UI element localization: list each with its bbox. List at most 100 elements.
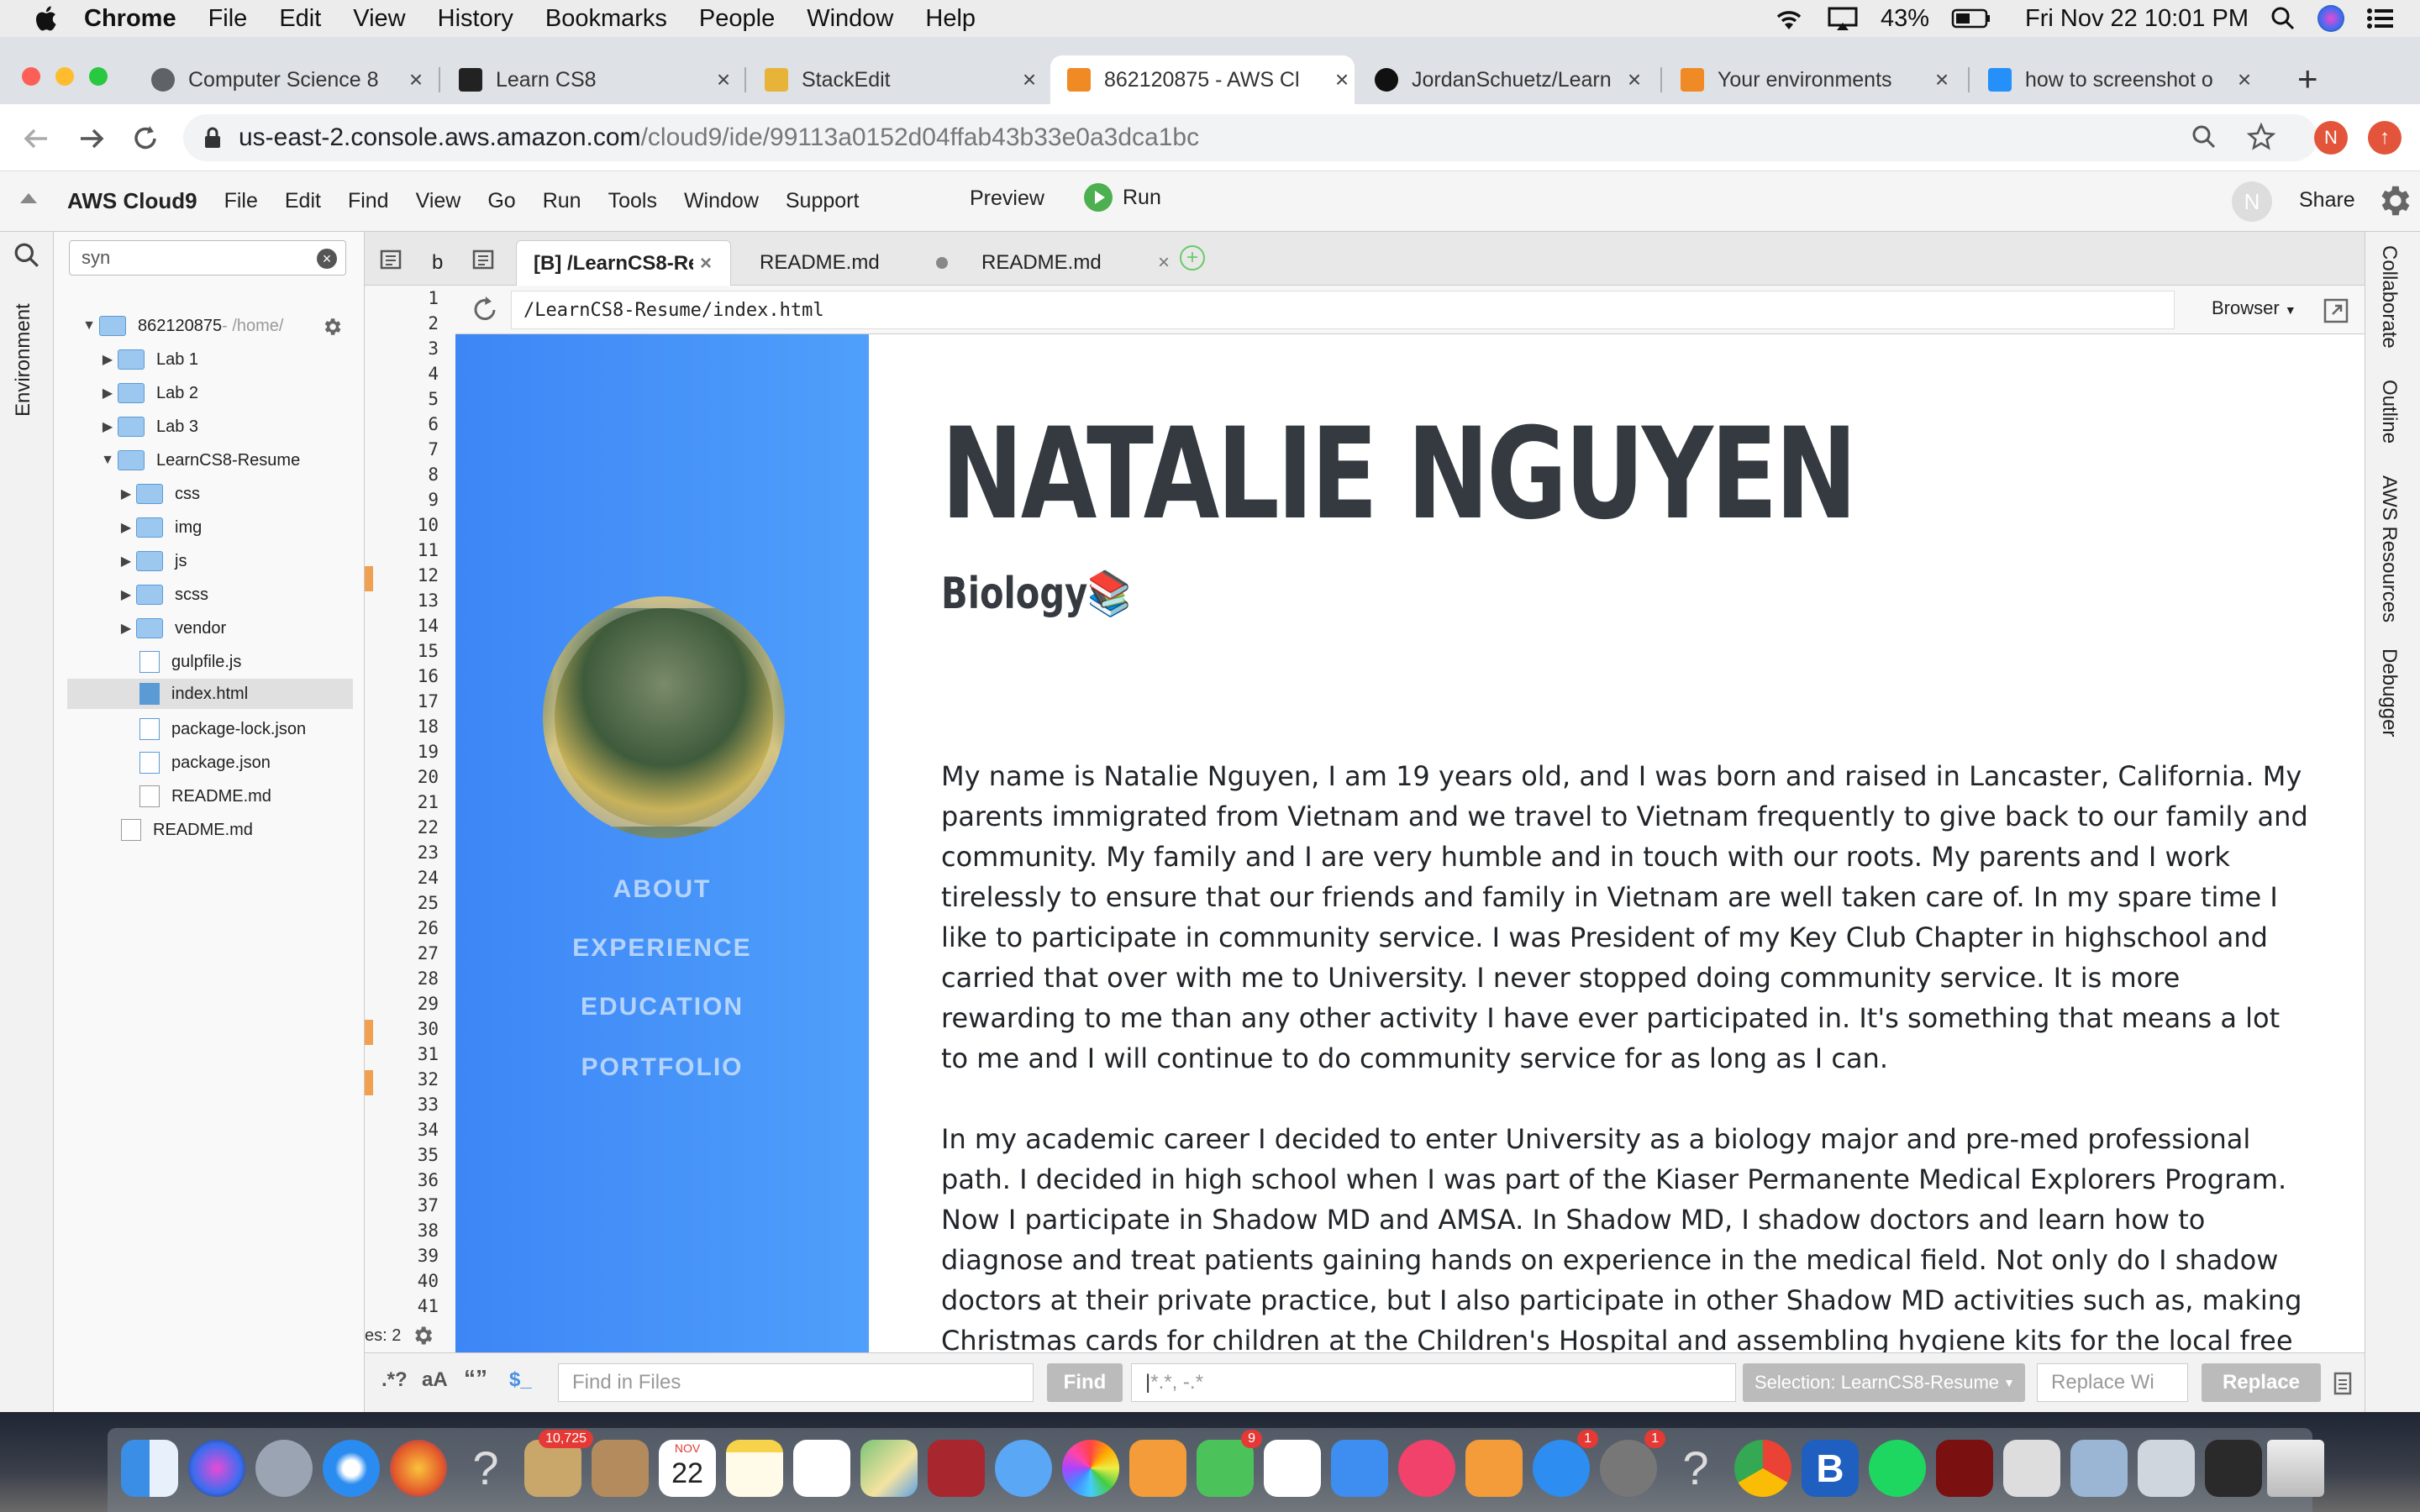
debugger-panel-tab[interactable]: Debugger bbox=[2377, 648, 2401, 737]
close-tab-icon[interactable]: × bbox=[711, 66, 736, 93]
mail-icon[interactable]: 10,725 bbox=[524, 1430, 593, 1497]
address-bar[interactable]: us-east-2.console.aws.amazon.com/cloud9/… bbox=[183, 114, 2317, 161]
tree-file[interactable]: gulpfile.js bbox=[136, 647, 241, 677]
nav-experience[interactable]: EXPERIENCE bbox=[455, 934, 869, 963]
tree-file[interactable]: package-lock.json bbox=[136, 714, 306, 744]
spotify-icon[interactable] bbox=[1869, 1440, 1926, 1497]
share-button[interactable]: Share bbox=[2299, 188, 2355, 213]
tree-file[interactable]: README.md bbox=[136, 781, 271, 811]
preview-url-input[interactable]: /LearnCS8-Resume/index.html bbox=[511, 291, 2175, 329]
back-arrow-icon[interactable] bbox=[22, 124, 50, 153]
search-scope-dropdown[interactable]: Selection: LearnCS8-Resume ▼ bbox=[1743, 1363, 2025, 1402]
trash-icon[interactable] bbox=[2267, 1440, 2324, 1497]
notification-center-icon[interactable] bbox=[2366, 7, 2395, 30]
c9-menu-file[interactable]: File bbox=[224, 189, 258, 213]
safari-icon[interactable] bbox=[323, 1440, 380, 1497]
preview-button[interactable]: Preview bbox=[970, 186, 1044, 211]
close-tab-icon[interactable]: × bbox=[1158, 251, 1170, 275]
run-button[interactable]: Run bbox=[1084, 183, 1161, 212]
close-tab-icon[interactable]: × bbox=[403, 66, 429, 93]
editor-tab-active[interactable]: [B] /LearnCS8-Re × bbox=[516, 240, 731, 286]
close-tab-icon[interactable]: × bbox=[1929, 66, 1954, 93]
contacts-icon[interactable] bbox=[592, 1440, 649, 1497]
apple-menu-icon[interactable] bbox=[32, 3, 62, 34]
lock-icon[interactable] bbox=[203, 126, 222, 150]
tree-folder[interactable]: ▶ vendor bbox=[116, 613, 226, 643]
browser-tab[interactable]: Computer Science 8 × bbox=[151, 55, 429, 104]
flash-icon[interactable] bbox=[1936, 1440, 1993, 1497]
tree-search-input[interactable]: syn × bbox=[69, 240, 346, 276]
environment-panel-tab[interactable]: Environment bbox=[12, 299, 35, 417]
close-window-button[interactable] bbox=[22, 67, 40, 86]
collapse-menu-icon[interactable] bbox=[20, 193, 37, 203]
c9-menu-go[interactable]: Go bbox=[487, 189, 515, 213]
launchpad-icon[interactable] bbox=[255, 1440, 313, 1497]
menu-app-name[interactable]: Chrome bbox=[84, 5, 176, 33]
unknown-app-icon[interactable]: ? bbox=[457, 1440, 514, 1497]
tree-folder[interactable]: ▶ css bbox=[116, 479, 200, 509]
finder-icon[interactable] bbox=[121, 1440, 178, 1497]
new-tab-button[interactable]: + bbox=[2297, 59, 2318, 99]
maps-icon[interactable] bbox=[860, 1440, 918, 1497]
pages-icon[interactable] bbox=[1129, 1440, 1186, 1497]
chrome-icon[interactable] bbox=[1734, 1440, 1791, 1497]
tree-folder[interactable]: ▶ Lab 2 bbox=[97, 378, 198, 408]
numbers-icon[interactable] bbox=[1264, 1440, 1321, 1497]
c9-menu-edit[interactable]: Edit bbox=[285, 189, 321, 213]
update-available-icon[interactable]: ↑ bbox=[2368, 121, 2402, 155]
nav-portfolio[interactable]: PORTFOLIO bbox=[455, 1053, 869, 1082]
menu-view[interactable]: View bbox=[353, 5, 405, 33]
music-icon[interactable] bbox=[1398, 1440, 1455, 1497]
menu-bookmarks[interactable]: Bookmarks bbox=[545, 5, 667, 33]
preview-mode-dropdown[interactable]: Browser ▼ bbox=[2212, 297, 2296, 319]
system-preferences-icon[interactable]: 1 bbox=[1600, 1430, 1665, 1497]
minimize-window-button[interactable] bbox=[55, 67, 74, 86]
c9-menu-find[interactable]: Find bbox=[348, 189, 389, 213]
spotlight-search-icon[interactable] bbox=[2270, 6, 2296, 31]
clock[interactable]: Fri Nov 22 10:01 PM bbox=[2025, 5, 2249, 33]
menu-file[interactable]: File bbox=[208, 5, 248, 33]
browser-tab[interactable]: Your environments × bbox=[1681, 55, 1954, 104]
menu-help[interactable]: Help bbox=[925, 5, 976, 33]
tab-list-icon[interactable] bbox=[472, 249, 494, 270]
cloud9-brand[interactable]: AWS Cloud9 bbox=[67, 188, 197, 214]
find-button[interactable]: Find bbox=[1047, 1363, 1123, 1402]
c9-menu-support[interactable]: Support bbox=[786, 189, 860, 213]
reminders-icon[interactable] bbox=[793, 1440, 850, 1497]
zoom-icon[interactable] bbox=[2191, 124, 2217, 150]
wifi-icon[interactable] bbox=[1773, 6, 1805, 31]
siri-icon[interactable] bbox=[188, 1440, 245, 1497]
downloads-stack-icon[interactable] bbox=[2138, 1440, 2195, 1497]
tree-file-selected[interactable]: index.html bbox=[67, 679, 353, 709]
tree-folder[interactable]: ▼ LearnCS8-Resume bbox=[97, 445, 300, 475]
tree-file[interactable]: README.md bbox=[118, 815, 253, 845]
close-tab-icon[interactable]: × bbox=[1622, 66, 1647, 93]
tree-folder[interactable]: ▶ scss bbox=[116, 580, 208, 610]
tree-folder[interactable]: ▶ Lab 3 bbox=[97, 412, 198, 442]
menu-edit[interactable]: Edit bbox=[279, 5, 321, 33]
drive-icon[interactable] bbox=[2003, 1440, 2060, 1497]
browser-tab[interactable]: StackEdit × bbox=[765, 55, 1042, 104]
c9-menu-tools[interactable]: Tools bbox=[608, 189, 657, 213]
c9-menu-run[interactable]: Run bbox=[543, 189, 581, 213]
browser-tab[interactable]: how to screenshot o × bbox=[1988, 55, 2257, 104]
refresh-preview-icon[interactable] bbox=[471, 296, 499, 324]
airplay-icon[interactable] bbox=[1827, 6, 1859, 31]
editor-tab[interactable]: README.md × bbox=[965, 240, 1186, 286]
bbedit-icon[interactable]: B bbox=[1802, 1440, 1859, 1497]
pop-out-icon[interactable] bbox=[2323, 297, 2349, 324]
replace-input[interactable]: Replace Wi bbox=[2037, 1363, 2188, 1402]
editor-tab[interactable]: b bbox=[415, 240, 460, 286]
unsaved-dot-icon[interactable] bbox=[936, 257, 948, 269]
forward-arrow-icon[interactable] bbox=[77, 124, 106, 153]
bookmark-star-icon[interactable] bbox=[2247, 123, 2275, 151]
search-icon[interactable] bbox=[13, 242, 40, 269]
preview-app-icon[interactable] bbox=[2070, 1440, 2128, 1497]
c9-menu-view[interactable]: View bbox=[416, 189, 461, 213]
menu-history[interactable]: History bbox=[438, 5, 513, 33]
calendar-icon[interactable]: NOV 22 bbox=[659, 1440, 716, 1497]
clipboard-icon[interactable] bbox=[2333, 1370, 2353, 1395]
nav-about[interactable]: ABOUT bbox=[455, 875, 869, 904]
regex-toggle[interactable]: .*? bbox=[381, 1368, 408, 1392]
browser-tab[interactable]: JordanSchuetz/Learn × bbox=[1375, 55, 1647, 104]
